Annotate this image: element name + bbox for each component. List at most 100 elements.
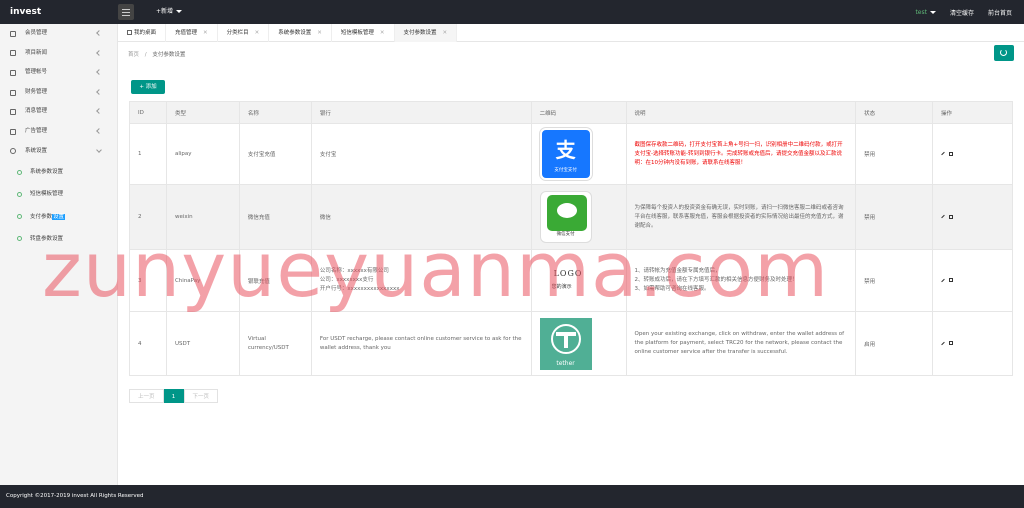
cell-bank: 支付宝	[310, 123, 532, 185]
bank-line: 公司：xxxxxxxx支行	[319, 277, 374, 283]
cell-name: 支付宝充值	[238, 123, 312, 185]
sidebar-item-label: 会员管理	[25, 30, 48, 36]
chevron-left-icon	[96, 69, 102, 76]
sidebar-subitem-payment-params[interactable]: 支付参数设置	[0, 206, 117, 228]
column-header: 说明	[625, 101, 857, 124]
tab-categories[interactable]: 分类栏目 ✕	[218, 24, 270, 42]
tab-sms-templates[interactable]: 短信模板管理 ✕	[332, 24, 395, 42]
breadcrumb-home[interactable]: 首页	[128, 52, 139, 58]
sidebar-item-settings[interactable]: 系统设置	[0, 142, 117, 162]
tab-label: 支付参数设置	[403, 30, 437, 36]
user-menu[interactable]: test	[915, 9, 936, 16]
cell-actions	[932, 311, 1013, 376]
page-number-button[interactable]: 1	[163, 389, 184, 403]
cell-description: 1、请转帐为充值金额专属充值后， 2、转账成功后，请在下方填写汇款的相关信息方便…	[625, 249, 857, 312]
refresh-icon	[1000, 49, 1007, 56]
edit-icon[interactable]	[941, 214, 945, 219]
cell-id: 2	[129, 184, 167, 250]
table-row: 3 ChinaPay 银联充值 公司名称：xxxxxx有限公司 公司：xxxxx…	[129, 249, 1013, 312]
tab-recharge[interactable]: 充值管理 ✕	[166, 24, 218, 42]
cell-actions	[932, 123, 1013, 185]
next-page-button[interactable]: 下一页	[183, 389, 219, 403]
tether-stem-icon	[563, 331, 568, 348]
tab-desktop[interactable]: 我的桌面	[118, 24, 167, 42]
add-button-label: 添加	[145, 84, 157, 90]
column-header: 银行	[310, 101, 532, 124]
cell-id: 4	[129, 311, 167, 376]
sidebar-subitem-wheel-params[interactable]: 转盘参数设置	[0, 228, 117, 250]
table-header-row: ID 类型 名称 银行 二维码 说明 状态 操作	[129, 101, 1013, 124]
wechat-icon	[546, 195, 587, 231]
tab-label: 短信模板管理	[340, 30, 374, 36]
cell-qr: 微信支付	[530, 184, 627, 250]
chevron-left-icon	[96, 108, 102, 115]
table-row: 4 USDT Virtual currency/USDT For USDT re…	[129, 311, 1013, 376]
menu-toggle-icon[interactable]	[118, 4, 134, 20]
column-header: 操作	[932, 101, 1013, 124]
tab-label: 充值管理	[175, 30, 198, 36]
logo-placeholder-image: LOGO 您的演示	[540, 261, 592, 301]
sidebar-subitem-system-params[interactable]: 系统参数设置	[0, 161, 117, 183]
logo-text: LOGO	[553, 268, 583, 278]
new-menu-label: +新增	[156, 8, 174, 15]
chevron-left-icon	[96, 30, 102, 36]
edit-icon[interactable]	[941, 278, 945, 282]
tab-system-params[interactable]: 系统参数设置 ✕	[269, 24, 332, 42]
sidebar-item-members[interactable]: 会员管理	[0, 24, 117, 44]
column-header: 二维码	[530, 101, 627, 124]
tab-label: 我的桌面	[134, 30, 157, 36]
cell-id: 3	[129, 249, 167, 312]
sidebar-item-news[interactable]: 项目新闻	[0, 44, 117, 64]
cell-status: 禁用	[855, 249, 934, 312]
sidebar-item-label: 管理帐号	[25, 69, 48, 76]
cell-status: 禁用	[855, 184, 934, 250]
tab-bar: 我的桌面 充值管理 ✕ 分类栏目 ✕ 系统参数设置 ✕ 短信模板管理 ✕ 支付参数设置 ✕	[118, 24, 1024, 42]
sidebar-subitem-sms-templates[interactable]: 短信模板管理	[0, 183, 117, 205]
add-button[interactable]: + 添加	[131, 80, 165, 94]
cell-bank: For USDT recharge, please contact online…	[310, 311, 532, 376]
gear-icon	[10, 148, 16, 155]
close-icon[interactable]: ✕	[255, 30, 260, 36]
circle-icon	[17, 191, 22, 197]
sidebar-item-admins[interactable]: 管理帐号	[0, 63, 117, 83]
clear-cache-link[interactable]: 清空缓存	[950, 8, 974, 17]
close-icon[interactable]: ✕	[203, 30, 208, 36]
cell-name: Virtual currency/USDT	[238, 311, 312, 376]
caret-down-icon	[929, 10, 936, 14]
delete-icon[interactable]	[949, 214, 954, 219]
delete-icon[interactable]	[949, 341, 954, 345]
refresh-button[interactable]	[994, 45, 1014, 61]
sidebar-subitem-label: 支付参数	[30, 213, 53, 220]
column-header: ID	[129, 101, 167, 124]
edit-icon[interactable]	[941, 151, 945, 156]
edit-icon[interactable]	[941, 341, 945, 345]
payment-table: ID 类型 名称 银行 二维码 说明 状态 操作 1 alipay 支付宝充值 …	[129, 101, 1013, 376]
bank-line: 公司名称：xxxxxx有限公司	[319, 268, 389, 274]
alipay-qr-image: 支 支付宝支付	[539, 128, 592, 180]
delete-icon[interactable]	[949, 278, 954, 282]
circle-icon	[17, 214, 22, 220]
tab-payment-params[interactable]: 支付参数设置 ✕	[394, 24, 458, 42]
cell-description: 截图保存收款二维码，打开支付宝首上角+号扫一扫，识别相册中二维码付款，或打开支付…	[625, 123, 857, 185]
sidebar-subitem-label: 转盘参数设置	[30, 236, 64, 243]
sidebar-item-finance[interactable]: 财务管理	[0, 83, 117, 103]
close-icon[interactable]: ✕	[317, 30, 322, 36]
sidebar-item-messages[interactable]: 消息管理	[0, 102, 117, 122]
new-menu-dropdown[interactable]: +新增	[156, 0, 183, 24]
sidebar-item-label: 系统设置	[25, 147, 48, 154]
cell-description: Open your existing exchange, click on wi…	[625, 311, 857, 376]
frontend-home-link[interactable]: 前台首页	[988, 8, 1012, 17]
prev-page-button[interactable]: 上一页	[129, 389, 164, 403]
cell-actions	[932, 249, 1013, 312]
tether-qr-image: tether	[539, 317, 592, 370]
home-icon	[127, 29, 132, 35]
sidebar-item-ads[interactable]: 广告管理	[0, 122, 117, 142]
close-icon[interactable]: ✕	[380, 30, 385, 36]
admin-icon	[10, 69, 16, 76]
caret-down-icon	[176, 10, 183, 13]
alipay-icon: 支	[555, 138, 576, 162]
cell-qr: LOGO 您的演示	[530, 249, 627, 312]
delete-icon[interactable]	[949, 151, 954, 156]
close-icon[interactable]: ✕	[443, 30, 448, 36]
sidebar-item-label: 财务管理	[25, 88, 48, 95]
